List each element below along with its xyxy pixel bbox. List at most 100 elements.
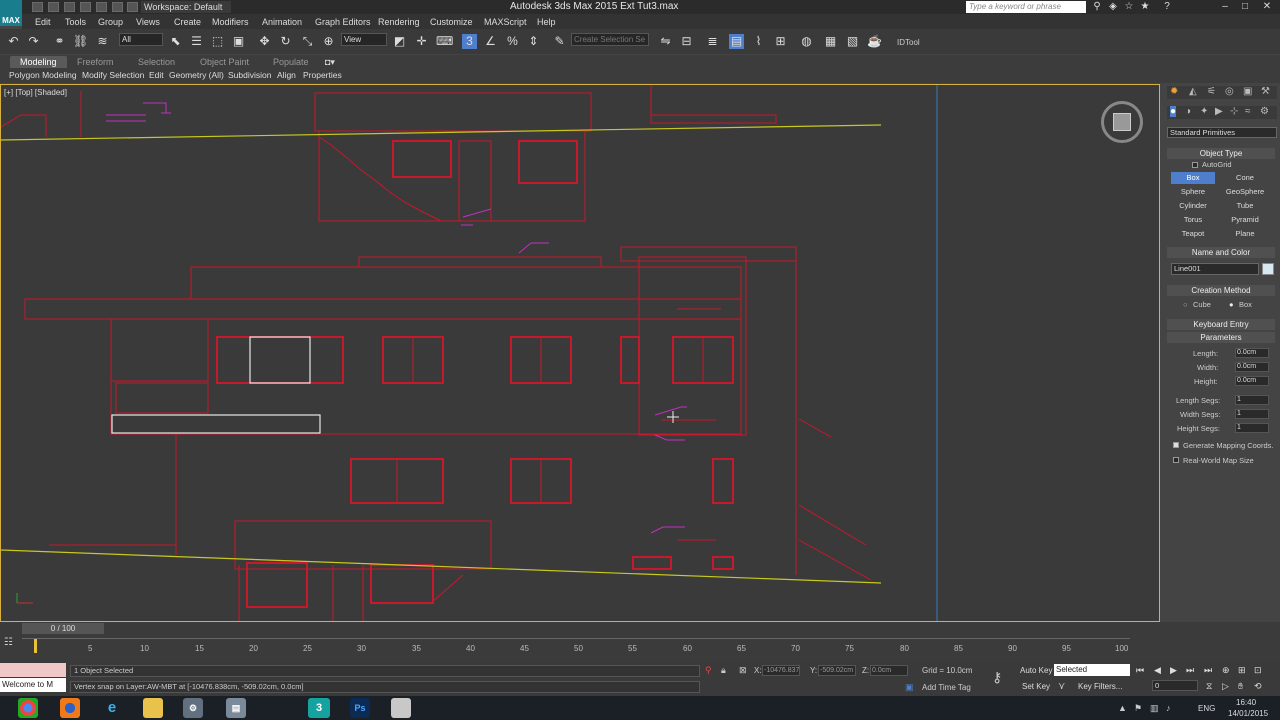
move-icon[interactable]: ✥ — [257, 34, 272, 49]
redo-icon[interactable] — [96, 2, 107, 12]
name-color-header[interactable]: Name and Color — [1167, 247, 1275, 258]
cameras-icon[interactable]: ▶ — [1215, 106, 1223, 117]
clock-date[interactable]: 14/01/2015 — [1228, 709, 1268, 718]
subtab-modify-selection[interactable]: Modify Selection — [82, 70, 144, 80]
creation-method-header[interactable]: Creation Method — [1167, 285, 1275, 296]
zoom-all-icon[interactable]: ⊞ — [1238, 665, 1246, 676]
length-input[interactable]: 0.0cm — [1235, 348, 1269, 358]
tab-freeform[interactable]: Freeform — [77, 57, 114, 67]
orbit-icon[interactable]: ⟲ — [1254, 681, 1262, 692]
z-coord-input[interactable]: 0.0cm — [870, 665, 908, 676]
teapot-button[interactable]: Teapot — [1171, 228, 1215, 240]
menu-animation[interactable]: Animation — [262, 17, 302, 27]
sphere-button[interactable]: Sphere — [1171, 186, 1215, 198]
clock-time[interactable]: 16:40 — [1236, 698, 1256, 707]
subtab-subdivision[interactable]: Subdivision — [228, 70, 271, 80]
modify-tab-icon[interactable]: ◭ — [1189, 86, 1197, 97]
create-tab-icon[interactable]: ✹ — [1170, 86, 1178, 97]
cylinder-button[interactable]: Cylinder — [1171, 200, 1215, 212]
goto-start-icon[interactable]: ⏮ — [1136, 665, 1144, 676]
select-place-icon[interactable]: ⊕ — [321, 34, 336, 49]
menu-tools[interactable]: Tools — [65, 17, 86, 27]
minimize-icon[interactable]: – — [1218, 1, 1232, 13]
geosphere-button[interactable]: GeoSphere — [1223, 186, 1267, 198]
keyboard-entry-header[interactable]: Keyboard Entry — [1167, 319, 1275, 330]
scale-icon[interactable]: ⤡ — [300, 34, 315, 49]
schematic-view-icon[interactable]: ⊞ — [773, 34, 788, 49]
tray-volume-icon[interactable]: ♪ — [1166, 703, 1171, 713]
next-frame-icon[interactable]: ⏭ — [1186, 665, 1194, 676]
time-cursor[interactable] — [34, 639, 37, 653]
idtool-label[interactable]: IDTool — [897, 38, 920, 47]
angle-snap-icon[interactable]: ∠ — [483, 34, 498, 49]
zoom-icon[interactable]: ⊕ — [1222, 665, 1230, 676]
select-manipulate-icon[interactable]: ✛ — [414, 34, 429, 49]
workspace-dropdown[interactable]: Workspace: Default — [141, 1, 231, 13]
prev-frame-icon[interactable]: ◀ — [1154, 665, 1161, 676]
box-button[interactable]: Box — [1171, 172, 1215, 184]
menu-create[interactable]: Create — [174, 17, 201, 27]
width-input[interactable]: 0.0cm — [1235, 362, 1269, 372]
tab-populate[interactable]: Populate — [273, 57, 309, 67]
auto-key-button[interactable]: Auto Key — [1020, 666, 1052, 675]
object-name-input[interactable]: Line001 — [1171, 263, 1259, 275]
field-of-view-icon[interactable]: ▷ — [1222, 681, 1229, 692]
render-setup-icon[interactable]: ▦ — [823, 34, 838, 49]
key-mode-dropdown[interactable]: Selected — [1054, 664, 1130, 676]
set-key-button[interactable]: Set Key — [1022, 682, 1050, 691]
save-file-icon[interactable] — [64, 2, 75, 12]
primitive-type-dropdown[interactable]: Standard Primitives — [1167, 127, 1277, 138]
hold-icon[interactable] — [112, 2, 123, 12]
tab-object-paint[interactable]: Object Paint — [200, 57, 249, 67]
color-swatch[interactable] — [1262, 263, 1274, 275]
close-icon[interactable]: ✕ — [1260, 1, 1274, 13]
select-object-icon[interactable]: ⬉ — [168, 34, 183, 49]
add-time-tag[interactable]: Add Time Tag — [922, 683, 971, 692]
firefox-icon[interactable] — [60, 698, 80, 718]
time-config-icon[interactable]: ⧖ — [1206, 681, 1212, 692]
height-input[interactable]: 0.0cm — [1235, 376, 1269, 386]
x-coord-input[interactable]: -10476.837 — [762, 665, 800, 676]
length-segs-input[interactable]: 1 — [1235, 395, 1269, 405]
reference-coord-dropdown[interactable]: View — [341, 33, 387, 46]
app-logo[interactable]: MAX — [0, 0, 22, 26]
selection-filter-dropdown[interactable]: All — [119, 33, 163, 46]
tray-flag-icon[interactable]: ⚑ — [1134, 703, 1142, 714]
percent-snap-icon[interactable]: % — [505, 34, 520, 49]
menu-graph-editors[interactable]: Graph Editors — [315, 17, 371, 27]
snaps-toggle-icon[interactable]: 3 — [462, 34, 477, 49]
rectangular-region-icon[interactable]: ⬚ — [210, 34, 225, 49]
plane-button[interactable]: Plane — [1223, 228, 1267, 240]
search-input[interactable]: Type a keyword or phrase — [966, 1, 1086, 13]
lock-icon[interactable]: 🔒︎ — [721, 665, 726, 676]
mirror-icon[interactable]: ⇋ — [658, 34, 673, 49]
edit-named-selection-icon[interactable]: ✎ — [552, 34, 567, 49]
internet-explorer-icon[interactable]: e — [102, 698, 122, 718]
photoshop-taskbar-icon[interactable]: Ps — [350, 698, 370, 718]
motion-tab-icon[interactable]: ◎ — [1225, 86, 1234, 97]
time-slider[interactable]: 0 / 100 — [22, 623, 104, 634]
material-editor-icon[interactable]: ◍ — [799, 34, 814, 49]
curve-editor-icon[interactable]: ⌇ — [751, 34, 766, 49]
unlink-icon[interactable]: ⛓ — [73, 34, 88, 49]
language-indicator[interactable]: ENG — [1198, 704, 1215, 713]
pyramid-button[interactable]: Pyramid — [1223, 214, 1267, 226]
menu-maxscript[interactable]: MAXScript — [484, 17, 527, 27]
pivot-center-icon[interactable]: ◩ — [392, 34, 407, 49]
pin-icon[interactable]: ⚲ — [705, 665, 712, 676]
layer-manager-icon[interactable]: ≣ — [705, 34, 720, 49]
window-crossing-icon[interactable]: ▣ — [231, 34, 246, 49]
subtab-align[interactable]: Align — [277, 70, 296, 80]
3dsmax-taskbar-icon[interactable]: 3 — [308, 698, 330, 718]
menu-edit[interactable]: Edit — [35, 17, 51, 27]
pan-icon[interactable]: ✋︎ — [1238, 681, 1243, 692]
menu-modifiers[interactable]: Modifiers — [212, 17, 249, 27]
key-filter-icon[interactable]: ⋎ — [1058, 681, 1065, 692]
autogrid-checkbox[interactable] — [1192, 162, 1198, 168]
rendered-frame-icon[interactable]: ▧ — [845, 34, 860, 49]
link-icon[interactable]: ⚭ — [52, 34, 67, 49]
spacewarps-icon[interactable]: ≈ — [1245, 106, 1251, 117]
file-explorer-icon[interactable] — [143, 698, 163, 718]
height-segs-input[interactable]: 1 — [1235, 423, 1269, 433]
mini-curve-editor-icon[interactable]: ☷ — [4, 637, 18, 651]
